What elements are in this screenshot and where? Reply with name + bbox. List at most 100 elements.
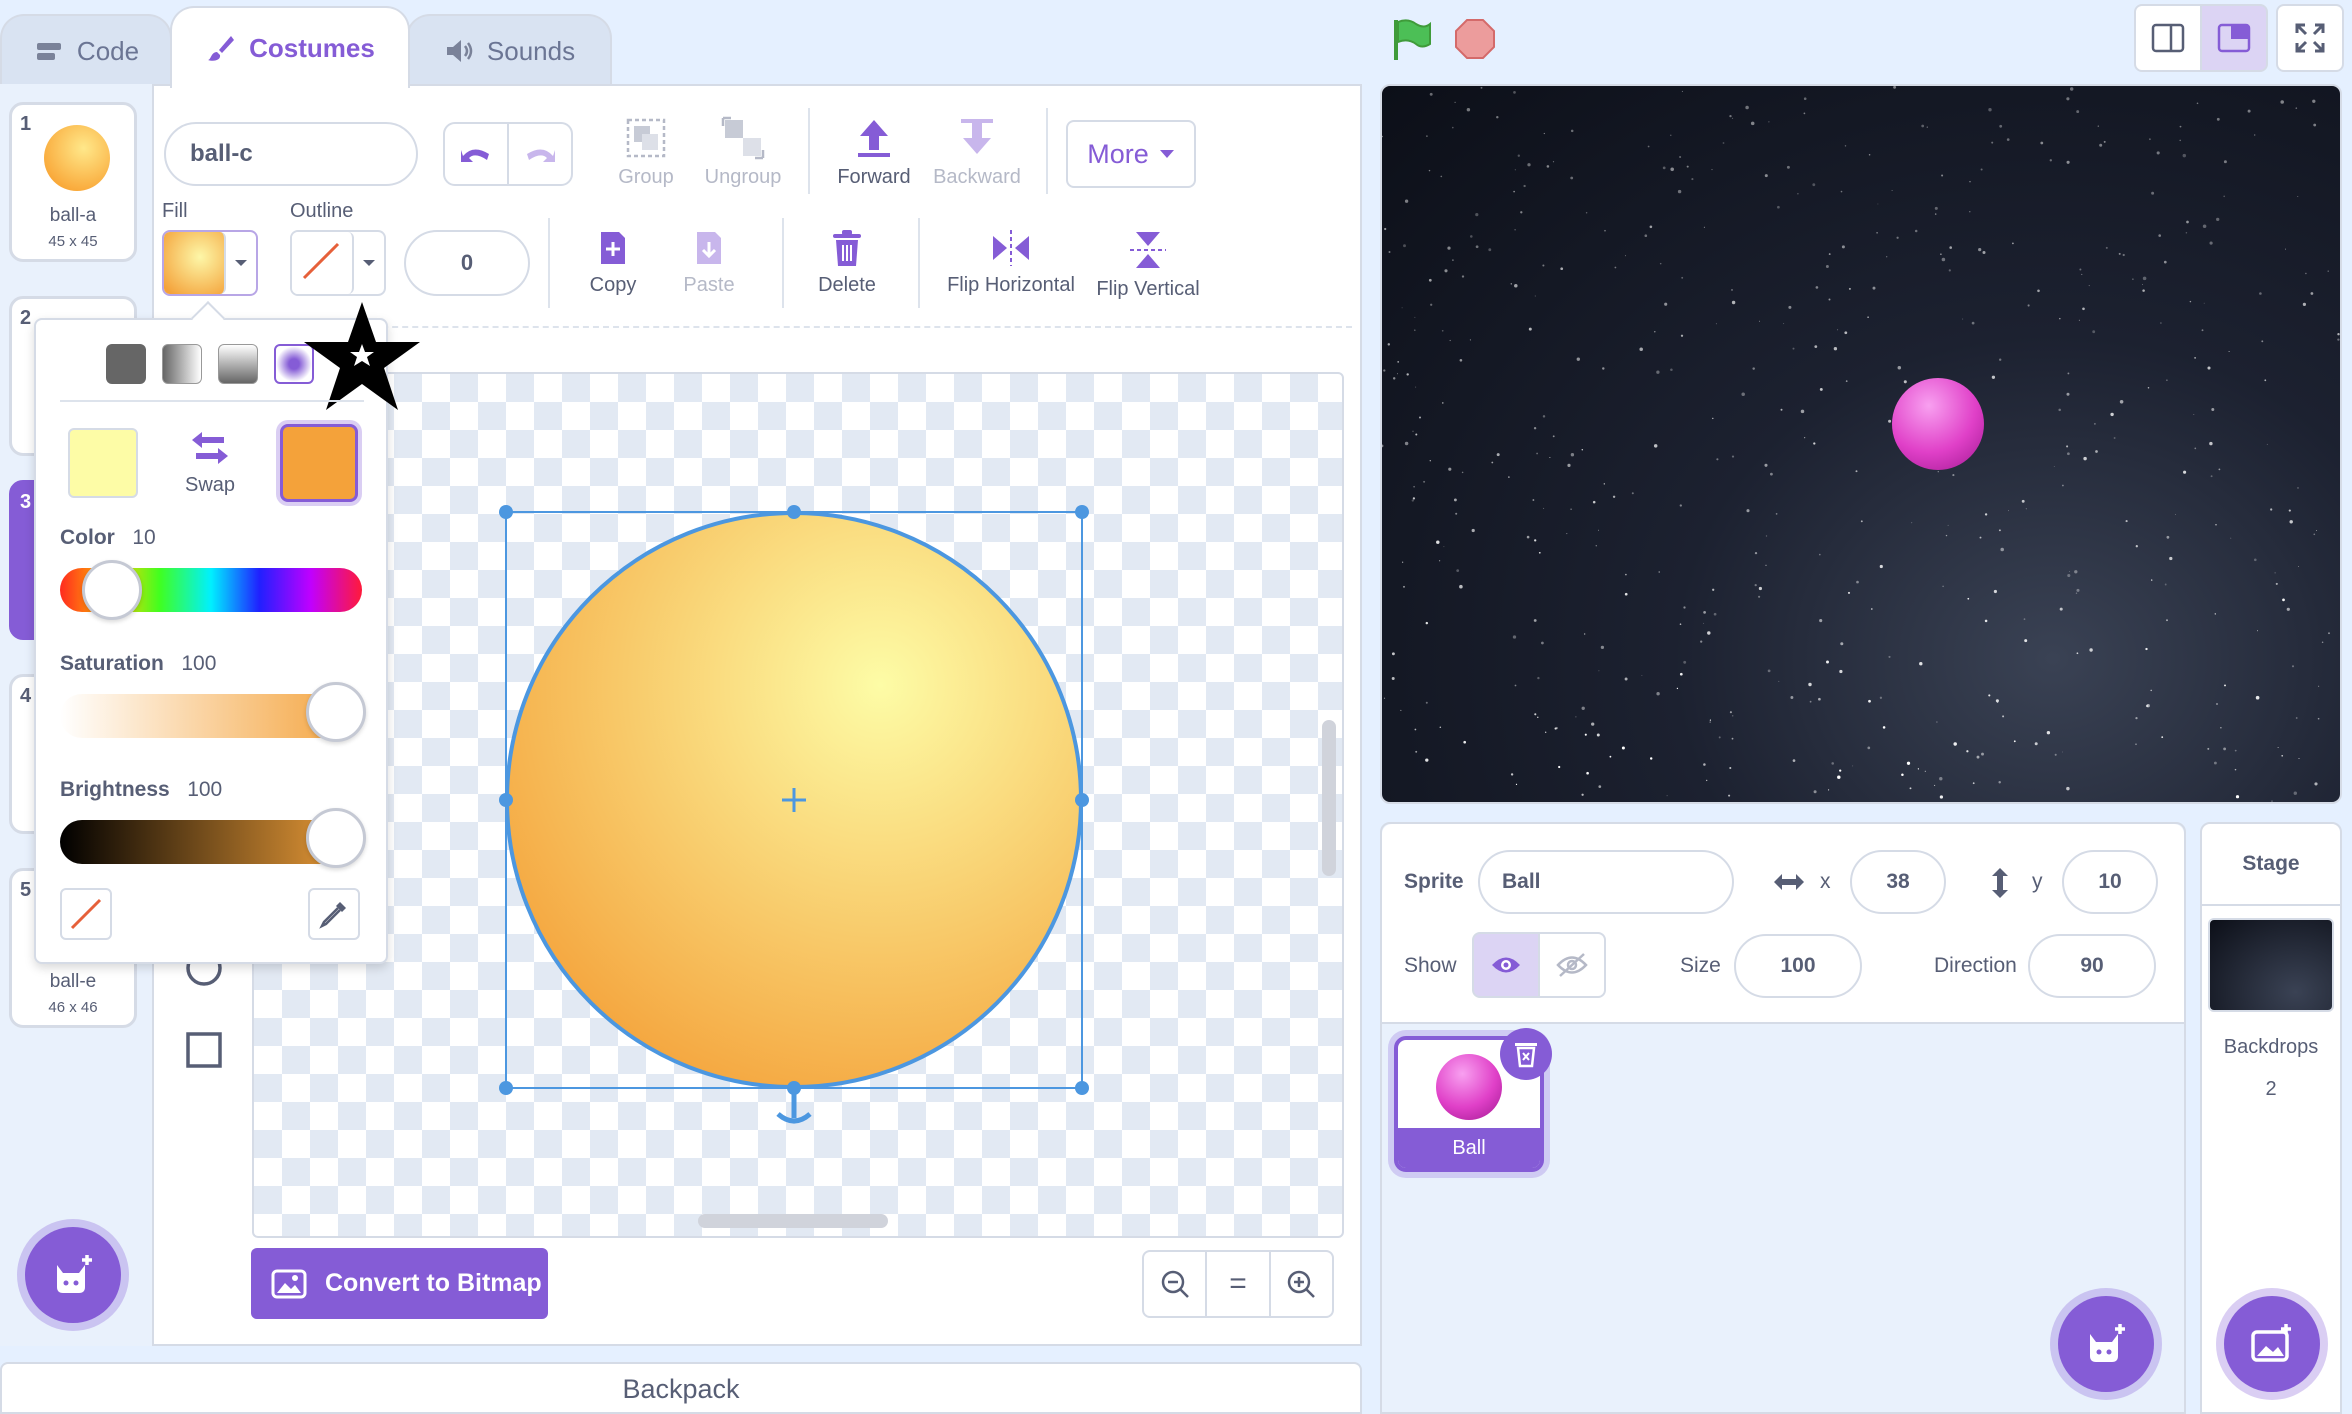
convert-to-bitmap-button[interactable]: Convert to Bitmap xyxy=(251,1248,548,1319)
secondary-color-swatch[interactable] xyxy=(280,424,358,502)
flip-horizontal-icon xyxy=(993,230,1029,266)
rectangle-tool-button[interactable] xyxy=(178,1024,230,1076)
vertical-gradient-button[interactable] xyxy=(218,344,258,384)
color-slider-knob[interactable] xyxy=(82,560,142,620)
sprite-thumbnail xyxy=(1436,1054,1502,1120)
x-input[interactable]: 38 xyxy=(1850,850,1946,914)
brightness-slider-knob[interactable] xyxy=(306,808,366,868)
undo-button[interactable] xyxy=(445,124,507,184)
toolbar-separator xyxy=(352,326,1352,328)
eyedropper-button[interactable] xyxy=(308,888,360,940)
outline-label: Outline xyxy=(290,200,354,222)
ungroup-button[interactable]: Ungroup xyxy=(700,116,786,189)
tab-code[interactable]: Code xyxy=(0,14,172,86)
flip-vertical-icon xyxy=(1130,232,1166,268)
large-stage-button[interactable] xyxy=(2200,4,2268,72)
redo-button[interactable] xyxy=(507,124,571,184)
paint-canvas[interactable] xyxy=(252,372,1344,1238)
horizontal-gradient-button[interactable] xyxy=(162,344,202,384)
group-button[interactable]: Group xyxy=(612,116,680,189)
tab-code-label: Code xyxy=(76,35,140,66)
caret-down-icon xyxy=(235,260,247,266)
small-stage-icon xyxy=(2151,23,2185,53)
stage-canvas[interactable] xyxy=(1380,84,2342,804)
tab-sounds[interactable]: Sounds xyxy=(406,14,612,86)
flip-horizontal-button[interactable]: Flip Horizontal xyxy=(944,228,1078,297)
paste-label: Paste xyxy=(683,274,735,296)
eye-slash-icon xyxy=(1556,953,1588,977)
toolbar-divider xyxy=(548,218,550,308)
backward-button[interactable]: Backward xyxy=(930,116,1024,189)
star-marker-icon xyxy=(304,302,420,410)
outline-swatch xyxy=(292,232,354,294)
sprite-name-input[interactable]: Ball xyxy=(1478,850,1734,914)
backdrop-thumbnail[interactable] xyxy=(2208,918,2334,1012)
group-label: Group xyxy=(618,166,674,188)
y-arrows-icon xyxy=(1992,868,2008,898)
flip-vertical-label: Flip Vertical xyxy=(1096,278,1200,300)
no-color-button[interactable] xyxy=(60,888,112,940)
no-color-icon xyxy=(302,242,340,280)
zoom-reset-button[interactable]: = xyxy=(1205,1252,1268,1316)
brush-icon xyxy=(208,36,235,61)
delete-sprite-button[interactable] xyxy=(1500,1028,1552,1080)
fill-swatch xyxy=(164,232,226,294)
size-input[interactable]: 100 xyxy=(1734,934,1862,998)
stop-button[interactable] xyxy=(1454,18,1496,60)
sprite-tile-label: Ball xyxy=(1398,1128,1540,1168)
toolbar-divider xyxy=(918,218,920,308)
forward-icon xyxy=(858,120,890,157)
swap-button[interactable]: Swap xyxy=(174,428,246,497)
tab-costumes[interactable]: Costumes xyxy=(170,6,410,88)
backdrop-add-icon xyxy=(2251,1324,2291,1362)
backpack-bar[interactable]: Backpack xyxy=(0,1362,1362,1414)
zoom-controls: = xyxy=(1142,1250,1334,1318)
stage-ball-sprite[interactable] xyxy=(1892,378,1984,470)
small-stage-button[interactable] xyxy=(2134,4,2202,72)
brightness-value: 100 xyxy=(187,778,223,801)
choose-sprite-button[interactable] xyxy=(2058,1296,2154,1392)
brightness-label: Brightness xyxy=(60,778,170,801)
delete-button[interactable]: Delete xyxy=(808,228,886,297)
stop-icon xyxy=(1455,19,1495,59)
outline-color-button[interactable] xyxy=(290,230,386,296)
zoom-out-button[interactable] xyxy=(1144,1252,1205,1316)
toolbar-divider xyxy=(1046,108,1048,194)
more-button[interactable]: More xyxy=(1066,120,1196,188)
costume-thumbnail xyxy=(44,125,110,191)
solid-fill-button[interactable] xyxy=(106,344,146,384)
choose-backdrop-button[interactable] xyxy=(2224,1296,2320,1392)
y-input[interactable]: 10 xyxy=(2062,850,2158,914)
forward-button[interactable]: Forward xyxy=(836,116,912,189)
caret-down-icon xyxy=(1159,150,1174,158)
paste-button[interactable]: Paste xyxy=(674,228,744,297)
saturation-slider-label: Saturation 100 xyxy=(60,652,216,676)
color-label: Color xyxy=(60,526,115,549)
costume-tile[interactable]: 1 ball-a 45 x 45 xyxy=(9,102,137,262)
green-flag-button[interactable] xyxy=(1388,16,1434,62)
show-visible-button[interactable] xyxy=(1472,932,1540,998)
saturation-slider-knob[interactable] xyxy=(306,682,366,742)
fullscreen-button[interactable] xyxy=(2276,4,2344,72)
forward-label: Forward xyxy=(837,166,911,188)
fill-color-button[interactable] xyxy=(162,230,258,296)
flip-vertical-button[interactable]: Flip Vertical xyxy=(1094,228,1202,301)
redo-icon xyxy=(527,149,555,162)
outline-width-input[interactable]: 0 xyxy=(404,230,530,296)
show-label: Show xyxy=(1404,954,1457,977)
zoom-out-icon xyxy=(1161,1270,1189,1298)
cat-add-icon xyxy=(2090,1324,2125,1362)
rectangle-icon xyxy=(186,1032,222,1068)
rotate-handle xyxy=(776,1090,812,1124)
costume-name-input[interactable]: ball-c xyxy=(164,122,418,186)
costume-number: 3 xyxy=(20,491,32,513)
choose-costume-button[interactable] xyxy=(25,1227,121,1323)
primary-color-swatch[interactable] xyxy=(68,428,138,498)
x-label: x xyxy=(1820,870,1831,893)
direction-input[interactable]: 90 xyxy=(2028,934,2156,998)
copy-button[interactable]: Copy xyxy=(576,228,650,297)
backdrops-label: Backdrops xyxy=(2223,1036,2319,1058)
zoom-in-button[interactable] xyxy=(1268,1252,1332,1316)
show-hidden-button[interactable] xyxy=(1538,932,1606,998)
saturation-value: 100 xyxy=(181,652,217,675)
